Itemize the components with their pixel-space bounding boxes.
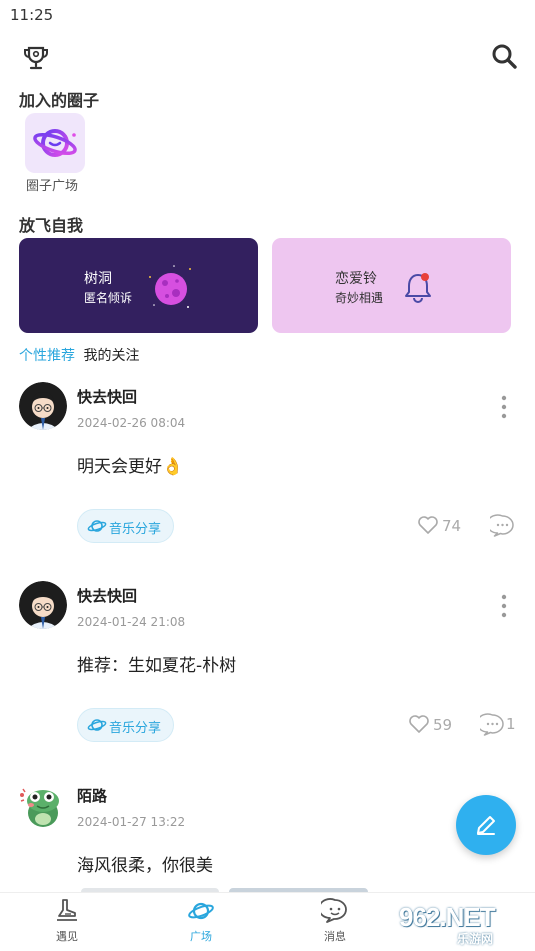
- joined-circles-title: 加入的圈子: [19, 91, 100, 110]
- planet-icon: [87, 719, 107, 731]
- compose-button[interactable]: [456, 795, 516, 855]
- search-icon[interactable]: [490, 42, 518, 70]
- nav-label-meet: 遇见: [56, 930, 78, 943]
- nav-item-square[interactable]: 广场: [166, 897, 236, 949]
- comment-button[interactable]: [490, 514, 520, 538]
- heart-icon: [418, 516, 438, 534]
- tab-recommended[interactable]: 个性推荐: [19, 345, 75, 365]
- nav-label-messages: 消息: [324, 930, 346, 943]
- music-share-tag[interactable]: 音乐分享: [77, 509, 174, 543]
- like-count: 59: [433, 716, 453, 734]
- nav-item-meet[interactable]: 遇见: [32, 897, 102, 949]
- like-button[interactable]: 59: [408, 714, 458, 736]
- music-share-label: 音乐分享: [109, 522, 162, 537]
- pencil-icon: [477, 816, 495, 835]
- planet-icon: [33, 129, 77, 157]
- tree-hole-subtitle: 匿名倾诉: [84, 291, 133, 305]
- planet-icon: [87, 520, 107, 532]
- post-card[interactable]: 快去快回 2024-02-26 08:04 明天会更好👌 音乐分享 74: [0, 382, 535, 582]
- tree-hole-card[interactable]: 树洞 匿名倾诉: [19, 238, 258, 333]
- comment-icon: [480, 713, 504, 736]
- post-card[interactable]: 陌路 2024-01-27 13:22 海风很柔，你很美: [0, 781, 535, 896]
- post-text: 海风很柔，你很美: [77, 856, 213, 876]
- heart-icon: [409, 715, 429, 733]
- footprint-icon: [57, 899, 77, 921]
- site-watermark: 962.NET 乐游网: [395, 898, 535, 948]
- post-author[interactable]: 陌路: [77, 785, 107, 806]
- avatar[interactable]: [19, 382, 67, 430]
- post-author[interactable]: 快去快回: [77, 585, 137, 606]
- comment-icon: [490, 514, 514, 537]
- planet-illustration-icon: [149, 265, 191, 308]
- post-time: 2024-01-24 21:08: [77, 615, 186, 629]
- tree-hole-title: 树洞: [84, 271, 112, 287]
- chat-icon: [321, 898, 347, 923]
- post-author[interactable]: 快去快回: [77, 386, 137, 407]
- avatar[interactable]: [19, 781, 67, 829]
- love-bell-card[interactable]: 恋爱铃 奇妙相遇: [272, 238, 511, 333]
- avatar[interactable]: [19, 581, 67, 629]
- post-text: 明天会更好👌: [77, 457, 184, 477]
- watermark-sub-text: 乐游网: [457, 932, 494, 946]
- post-time: 2024-02-26 08:04: [77, 416, 186, 430]
- love-bell-title: 恋爱铃: [335, 271, 377, 287]
- planet-icon: [188, 902, 214, 920]
- trophy-icon[interactable]: [22, 44, 50, 72]
- music-share-label: 音乐分享: [109, 721, 162, 736]
- comment-count: 1: [506, 715, 516, 733]
- more-options-icon[interactable]: [498, 394, 510, 420]
- comment-button[interactable]: 1: [480, 713, 520, 737]
- post-time: 2024-01-27 13:22: [77, 815, 186, 829]
- fly-section-title: 放飞自我: [19, 216, 84, 235]
- love-bell-subtitle: 奇妙相遇: [335, 291, 384, 305]
- like-count: 74: [442, 517, 462, 535]
- status-time: 11:25: [10, 6, 54, 24]
- feed-tabs: 个性推荐 我的关注: [19, 345, 143, 365]
- like-button[interactable]: 74: [417, 515, 467, 537]
- post-card[interactable]: 快去快回 2024-01-24 21:08 推荐：生如夏花-朴树 音乐分享 59…: [0, 581, 535, 781]
- more-options-icon[interactable]: [498, 593, 510, 619]
- post-text: 推荐：生如夏花-朴树: [77, 656, 237, 676]
- nav-item-messages[interactable]: 消息: [300, 897, 370, 949]
- watermark-logo-text: 962.NET: [399, 902, 496, 932]
- music-share-tag[interactable]: 音乐分享: [77, 708, 174, 742]
- status-bar: 11:25: [0, 0, 535, 30]
- nav-label-square: 广场: [190, 930, 212, 943]
- circle-square-label: 圈子广场: [26, 179, 79, 194]
- tab-following[interactable]: 我的关注: [83, 345, 139, 365]
- bell-icon: [405, 273, 431, 303]
- circle-square-tile[interactable]: [25, 113, 85, 173]
